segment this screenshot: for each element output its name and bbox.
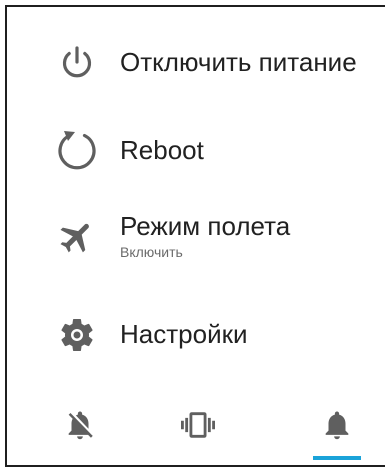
airplane-mode-label: Режим полета bbox=[120, 211, 291, 241]
airplane-mode-item[interactable]: Режим полета Включить bbox=[7, 203, 385, 273]
settings-item[interactable]: Настройки bbox=[7, 305, 385, 365]
reboot-label: Reboot bbox=[120, 135, 204, 165]
bell-off-icon bbox=[63, 408, 97, 447]
reboot-icon bbox=[55, 127, 99, 171]
reboot-item[interactable]: Reboot bbox=[7, 119, 385, 179]
settings-icon bbox=[55, 313, 99, 357]
power-icon bbox=[55, 41, 99, 85]
power-menu-dialog: Отключить питание Reboot Режим полета Вк… bbox=[5, 5, 385, 467]
vibrate-mode-button[interactable] bbox=[163, 392, 233, 462]
airplane-mode-status: Включить bbox=[120, 244, 183, 260]
airplane-icon bbox=[55, 215, 99, 259]
silent-mode-button[interactable] bbox=[45, 392, 115, 462]
power-off-label: Отключить питание bbox=[120, 47, 357, 77]
selected-indicator bbox=[313, 456, 361, 460]
bell-icon bbox=[320, 408, 354, 447]
sound-mode-button[interactable] bbox=[302, 392, 372, 462]
settings-label: Настройки bbox=[120, 319, 248, 349]
vibrate-icon bbox=[181, 408, 215, 447]
sound-mode-bar bbox=[7, 392, 385, 467]
power-off-item[interactable]: Отключить питание bbox=[7, 35, 385, 91]
